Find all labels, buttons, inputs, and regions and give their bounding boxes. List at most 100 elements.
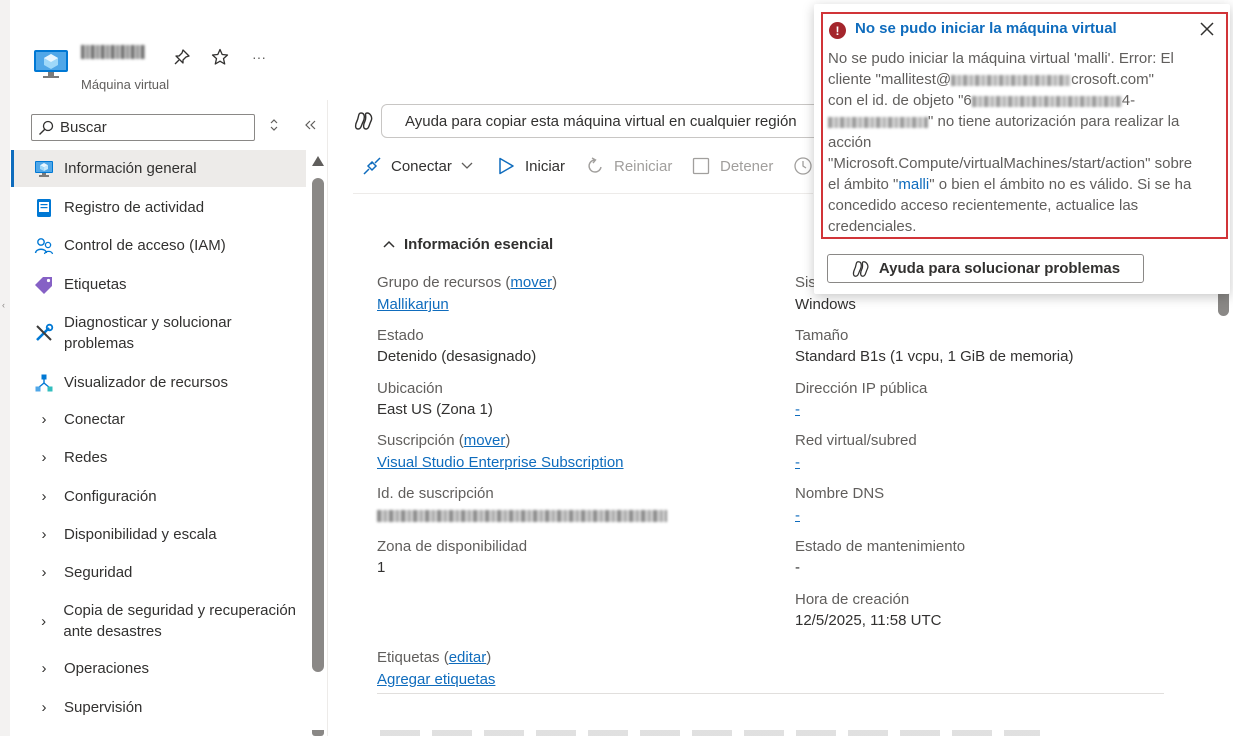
sidebar-item-networking[interactable]: › Redes: [11, 439, 306, 476]
resource-group-label: Grupo de recursos (mover): [377, 274, 558, 291]
tags-label: Etiquetas (editar): [377, 649, 492, 666]
error-exclamation-icon: !: [829, 22, 846, 39]
connect-label: Conectar: [391, 157, 452, 175]
sidebar-item-label: Conectar: [64, 411, 125, 428]
sidebar-item-overview[interactable]: Información general: [11, 150, 306, 187]
vnet-label: Red virtual/subred: [795, 432, 917, 449]
sidebar-item-resource-visualizer[interactable]: Visualizador de recursos: [11, 364, 306, 401]
vm-name: malli: [81, 42, 145, 62]
sidebar-scroll-down-arrow[interactable]: [312, 730, 324, 736]
sidebar-item-label: Información general: [64, 160, 197, 177]
collapse-sidebar-icon[interactable]: [303, 118, 317, 135]
move-resource-group-link[interactable]: mover: [510, 274, 552, 291]
troubleshoot-help-label: Ayuda para solucionar problemas: [878, 260, 1121, 277]
public-ip-value[interactable]: -: [795, 401, 800, 418]
size-value: Standard B1s (1 vcpu, 1 GiB de memoria): [795, 348, 1074, 365]
sidebar-item-label: Disponibilidad y escala: [64, 526, 217, 543]
chevron-right-icon: ›: [41, 449, 47, 466]
chevron-right-icon: ›: [41, 411, 47, 428]
sidebar-item-label: Seguridad: [64, 564, 133, 581]
stop-button[interactable]: Detener: [690, 155, 773, 177]
sidebar-search-box[interactable]: [31, 114, 255, 141]
window-edge: ‹: [0, 0, 10, 736]
subscription-link[interactable]: Visual Studio Enterprise Subscription: [377, 454, 624, 471]
essentials-divider: [377, 693, 1164, 694]
chevron-right-icon: ›: [41, 488, 47, 505]
start-button[interactable]: Iniciar: [495, 155, 565, 177]
sidebar-item-monitoring[interactable]: › Supervisión: [11, 689, 306, 726]
resource-group-link[interactable]: Mallikarjun: [377, 296, 449, 313]
sidebar-item-access-control[interactable]: Control de acceso (IAM): [11, 227, 306, 264]
sidebar-item-security[interactable]: › Seguridad: [11, 554, 306, 591]
sidebar-item-diagnose[interactable]: Diagnosticar y solucionar problemas: [11, 309, 306, 357]
restart-button[interactable]: Reiniciar: [584, 155, 672, 177]
size-label: Tamaño: [795, 327, 849, 344]
sort-updown-icon[interactable]: [268, 118, 280, 135]
copilot-icon: [354, 112, 373, 130]
chevron-down-icon: [460, 158, 474, 175]
maintenance-label: Estado de mantenimiento: [795, 538, 966, 555]
sidebar-scrollbar-thumb[interactable]: [312, 178, 324, 672]
vnet-value[interactable]: -: [795, 454, 800, 471]
cut-off-content: [380, 730, 1040, 736]
error-title[interactable]: No se pudo iniciar la máquina virtual: [855, 20, 1117, 37]
vm-type-label: Máquina virtual: [81, 77, 170, 92]
redacted-text: [828, 116, 928, 128]
location-value: East US (Zona 1): [377, 401, 493, 418]
connect-button[interactable]: Conectar: [361, 155, 474, 177]
sidebar-divider: [327, 100, 328, 736]
sidebar-item-operations[interactable]: › Operaciones: [11, 650, 306, 687]
essentials-title: Información esencial: [404, 236, 554, 253]
toolbar-divider: [353, 193, 813, 194]
resource-visualizer-icon: [33, 372, 55, 394]
dns-label: Nombre DNS: [795, 485, 885, 502]
chevron-up-icon: [382, 236, 396, 253]
stop-square-icon: [690, 155, 712, 177]
copilot-icon: [852, 260, 869, 277]
sidebar-item-label: Configuración: [64, 488, 157, 505]
os-value: Windows: [795, 296, 856, 313]
redacted-text: [951, 74, 1072, 86]
close-icon[interactable]: [1197, 19, 1217, 39]
favorite-star-icon[interactable]: [209, 46, 231, 68]
availability-zone-label: Zona de disponibilidad: [377, 538, 528, 555]
sidebar-item-label: Copia de seguridad y recuperación ante d…: [63, 602, 297, 640]
troubleshoot-help-button[interactable]: Ayuda para solucionar problemas: [827, 254, 1144, 283]
subscription-id-value: redacted: [377, 507, 667, 524]
edit-tags-link[interactable]: editar: [449, 649, 487, 666]
sidebar-item-availability-scale[interactable]: › Disponibilidad y escala: [11, 516, 306, 553]
move-subscription-link[interactable]: mover: [464, 432, 506, 449]
clock-icon[interactable]: [793, 155, 813, 177]
sidebar-item-connect[interactable]: › Conectar: [11, 401, 306, 438]
subscription-id-label: Id. de suscripción: [377, 485, 494, 502]
sidebar-item-settings[interactable]: › Configuración: [11, 478, 306, 515]
wrench-icon: [33, 322, 55, 344]
location-label: Ubicación: [377, 380, 443, 397]
sidebar-item-label: Control de acceso (IAM): [64, 237, 226, 254]
plug-connect-icon: [361, 155, 383, 177]
availability-zone-value: 1: [377, 559, 386, 576]
sidebar-scroll-up-arrow[interactable]: [312, 156, 324, 166]
dns-value[interactable]: -: [795, 507, 800, 524]
redacted-text: [971, 95, 1122, 107]
sidebar-item-label: Supervisión: [64, 699, 143, 716]
sidebar-item-label: Redes: [64, 449, 108, 466]
sidebar-search-input[interactable]: [58, 118, 238, 137]
chevron-right-icon: ›: [41, 526, 47, 543]
sidebar-item-backup-dr[interactable]: › Copia de seguridad y recuperación ante…: [11, 597, 306, 645]
status-label: Estado: [377, 327, 424, 344]
edge-caret-icon: ‹: [2, 300, 5, 310]
pin-icon[interactable]: [171, 46, 193, 68]
sidebar-item-tags[interactable]: Etiquetas: [11, 266, 306, 303]
activity-log-icon: [33, 197, 55, 219]
sidebar-item-activity-log[interactable]: Registro de actividad: [11, 189, 306, 226]
error-message: No se pudo iniciar la máquina virtual 'm…: [828, 50, 1193, 235]
play-icon: [495, 155, 517, 177]
add-tags-link[interactable]: Agregar etiquetas: [377, 671, 495, 688]
sidebar-item-label: Operaciones: [64, 660, 150, 677]
scope-link[interactable]: malli: [898, 176, 929, 193]
created-time-value: 12/5/2025, 11:58 UTC: [795, 612, 942, 629]
copilot-suggestion-pill[interactable]: Ayuda para copiar esta máquina virtual e…: [381, 104, 841, 138]
more-options-icon[interactable]: ···: [248, 46, 270, 68]
essentials-toggle[interactable]: Información esencial: [382, 236, 553, 253]
